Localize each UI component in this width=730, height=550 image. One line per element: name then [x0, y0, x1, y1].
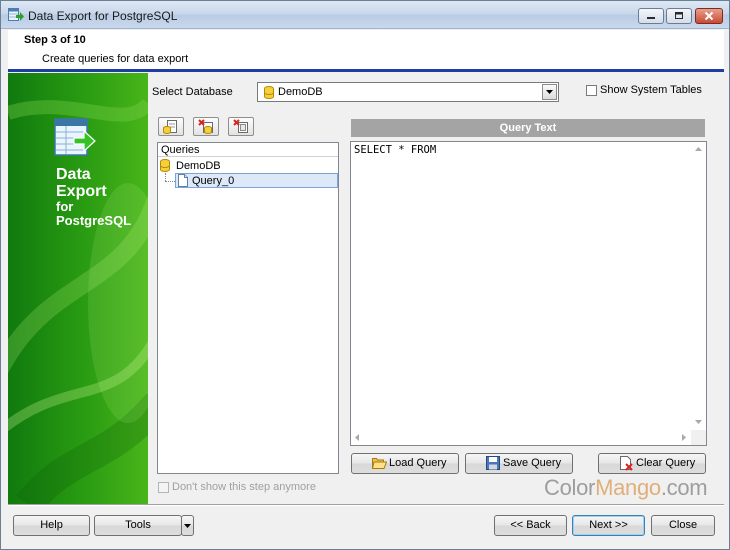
show-system-tables-label[interactable]: Show System Tables	[600, 84, 702, 96]
close-icon	[696, 11, 722, 21]
database-export-logo-icon	[54, 118, 96, 161]
watermark-color: Color	[544, 475, 596, 500]
banner-line-2: Export	[56, 183, 107, 200]
load-query-button[interactable]: Load Query	[351, 453, 459, 474]
add-query-button[interactable]	[158, 117, 184, 136]
tools-dropdown-button[interactable]	[181, 515, 194, 536]
header-divider	[8, 69, 724, 72]
query-text-content[interactable]: SELECT * FROM	[354, 144, 436, 156]
watermark-mango: Mango	[595, 475, 661, 500]
delete-all-queries-icon	[233, 119, 248, 133]
watermark-suffix: .com	[660, 475, 708, 500]
help-button[interactable]: Help	[13, 515, 90, 536]
banner-line-1: Data	[56, 166, 91, 183]
show-system-tables-checkbox[interactable]	[586, 85, 597, 96]
delete-query-icon	[198, 119, 213, 134]
dont-show-label: Don't show this step anymore	[172, 481, 316, 493]
banner-product-name: Data Export for PostgreSQL	[56, 166, 131, 228]
database-icon	[264, 86, 274, 102]
watermark-text: ColorMango.com	[544, 475, 708, 501]
scroll-left-icon[interactable]	[355, 434, 359, 441]
title-bar[interactable]: Data Export for PostgreSQL	[1, 1, 729, 29]
select-database-label: Select Database	[152, 86, 233, 98]
minimize-icon	[639, 11, 663, 21]
document-icon	[177, 174, 189, 190]
database-select[interactable]: DemoDB	[257, 82, 559, 102]
footer-divider-highlight	[8, 505, 724, 506]
queries-tree-header: Queries	[158, 143, 338, 157]
next-button[interactable]: Next >>	[572, 515, 645, 536]
scroll-right-icon[interactable]	[682, 434, 686, 441]
scrollbar-corner	[691, 430, 706, 445]
clear-query-label: Clear Query	[636, 457, 696, 469]
chevron-down-icon	[184, 524, 191, 528]
load-query-label: Load Query	[389, 457, 447, 469]
banner-line-4: PostgreSQL	[56, 213, 132, 228]
clear-query-button[interactable]: Clear Query	[598, 453, 706, 474]
minimize-button[interactable]	[638, 8, 664, 24]
tree-connector	[165, 181, 175, 182]
chevron-down-icon	[546, 90, 553, 94]
dropdown-arrow-button[interactable]	[542, 84, 557, 100]
save-query-label: Save Query	[503, 457, 562, 469]
close-button[interactable]: Close	[651, 515, 715, 536]
window-title: Data Export for PostgreSQL	[28, 9, 178, 23]
vertical-scrollbar[interactable]	[691, 142, 706, 430]
open-folder-icon	[371, 456, 388, 477]
delete-query-button[interactable]	[193, 117, 219, 136]
tools-button[interactable]: Tools	[94, 515, 182, 536]
close-window-button[interactable]	[695, 8, 723, 24]
banner-line-3: for	[56, 199, 74, 214]
delete-all-queries-button[interactable]	[228, 117, 254, 136]
tree-node-query[interactable]: Query_0	[175, 173, 338, 188]
export-wizard-window: Data Export for PostgreSQL Step 3 of 10 …	[0, 0, 730, 550]
maximize-button[interactable]	[666, 8, 692, 24]
scroll-down-icon[interactable]	[695, 420, 702, 424]
step-description: Create queries for data export	[42, 53, 189, 65]
dont-show-checkbox[interactable]	[158, 482, 169, 493]
queries-tree[interactable]: Queries DemoDB Query_0	[157, 142, 339, 474]
query-text-editor[interactable]: SELECT * FROM	[350, 141, 707, 446]
tree-connector	[165, 173, 166, 181]
maximize-icon	[667, 11, 691, 21]
tree-node-label: Query_0	[192, 175, 235, 187]
back-button[interactable]: << Back	[494, 515, 567, 536]
app-icon	[8, 8, 24, 23]
add-query-icon	[163, 120, 177, 134]
wizard-header: Step 3 of 10 Create queries for data exp…	[8, 30, 724, 70]
database-select-value: DemoDB	[278, 86, 323, 98]
query-text-header: Query Text	[351, 119, 705, 137]
step-indicator: Step 3 of 10	[24, 34, 86, 46]
tree-node-label: DemoDB	[176, 160, 221, 172]
save-query-button[interactable]: Save Query	[465, 453, 573, 474]
scroll-up-icon[interactable]	[695, 147, 702, 151]
save-disk-icon	[486, 456, 500, 477]
side-banner: Data Export for PostgreSQL	[8, 73, 148, 505]
horizontal-scrollbar[interactable]	[351, 430, 691, 445]
